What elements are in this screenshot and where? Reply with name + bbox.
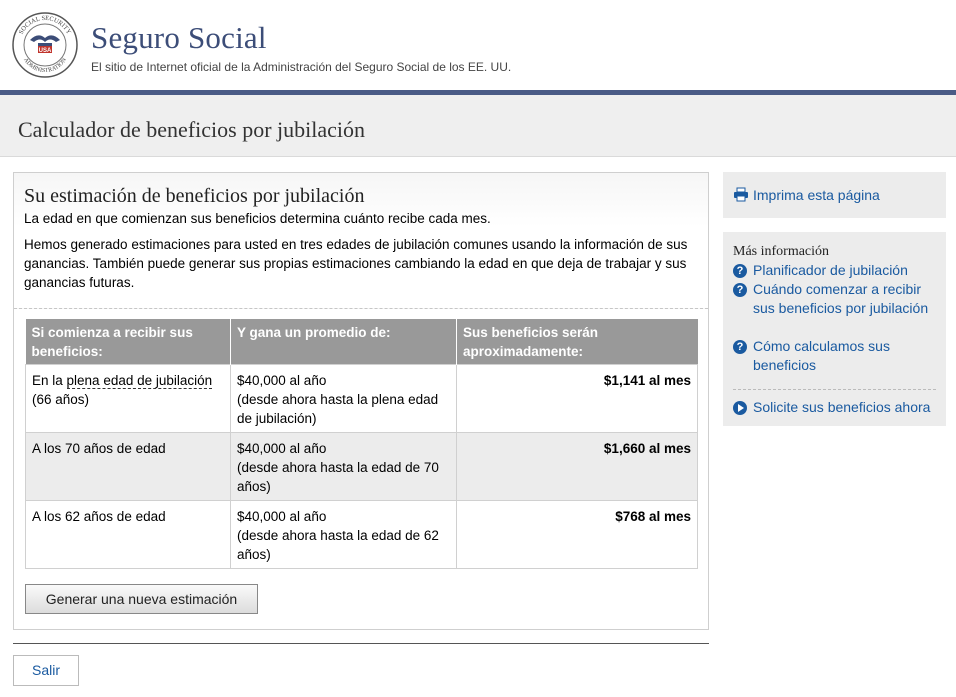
more-info-title: Más información bbox=[733, 244, 830, 259]
earnings-cell: $40,000 al año (desde ahora hasta la eda… bbox=[230, 500, 457, 569]
benefit-cell: $1,660 al mes bbox=[456, 432, 698, 501]
earnings-period: (desde ahora hasta la edad de 62 años) bbox=[237, 528, 439, 562]
table-row: En la plena edad de jubilación (66 años)… bbox=[25, 364, 698, 433]
age-cell: A los 70 años de edad bbox=[25, 432, 231, 501]
header-benefits: Sus beneficios serán aproximadamente: bbox=[456, 319, 698, 365]
earnings-amount: $40,000 al año bbox=[237, 441, 327, 456]
question-circle-icon: ? bbox=[733, 340, 747, 354]
benefits-table: Si comienza a recibir sus beneficios: Y … bbox=[25, 319, 698, 569]
table-row: A los 70 años de edad $40,000 al año (de… bbox=[25, 432, 698, 501]
table-header-row: Si comienza a recibir sus beneficios: Y … bbox=[25, 319, 698, 365]
estimate-title: Su estimación de beneficios por jubilaci… bbox=[24, 185, 365, 207]
benefit-cell: $1,141 al mes bbox=[456, 364, 698, 433]
earnings-cell: $40,000 al año (desde ahora hasta la ple… bbox=[230, 364, 457, 433]
earnings-amount: $40,000 al año bbox=[237, 509, 327, 524]
header-age: Si comienza a recibir sus beneficios: bbox=[25, 319, 231, 365]
benefit-cell: $768 al mes bbox=[456, 500, 698, 569]
play-circle-icon bbox=[733, 401, 747, 415]
print-page-link[interactable]: Imprima esta página bbox=[753, 187, 880, 203]
age-cell: En la plena edad de jubilación (66 años) bbox=[25, 364, 231, 433]
sidebar-divider bbox=[733, 389, 936, 390]
generate-estimate-button[interactable]: Generar una nueva estimación bbox=[25, 584, 258, 614]
seal-badge: USA bbox=[39, 48, 52, 54]
earnings-period: (desde ahora hasta la plena edad de jubi… bbox=[237, 392, 439, 426]
estimate-panel: Su estimación de beneficios por jubilaci… bbox=[13, 172, 709, 630]
ssa-seal-icon[interactable]: SOCIAL SECURITY ADMINISTRATION USA bbox=[12, 12, 78, 78]
table-row: A los 62 años de edad $40,000 al año (de… bbox=[25, 500, 698, 569]
exit-button[interactable]: Salir bbox=[13, 655, 79, 686]
age-suffix: (66 años) bbox=[32, 392, 90, 407]
page-title: Calculador de beneficios por jubilación bbox=[18, 117, 365, 142]
estimate-subtitle: La edad en que comienzan sus beneficios … bbox=[24, 211, 491, 226]
how-we-calculate-link[interactable]: Cómo calculamos sus beneficios bbox=[753, 337, 938, 375]
age-prefix: En la bbox=[32, 373, 67, 388]
full-retirement-age-link[interactable]: plena edad de jubilación bbox=[66, 373, 213, 389]
estimate-paragraph: Hemos generado estimaciones para usted e… bbox=[24, 237, 688, 290]
earnings-amount: $40,000 al año bbox=[237, 373, 327, 388]
when-to-start-link[interactable]: Cuándo comenzar a recibir sus beneficios… bbox=[753, 280, 938, 318]
age-cell: A los 62 años de edad bbox=[25, 500, 231, 569]
site-header: SOCIAL SECURITY ADMINISTRATION USA Segur… bbox=[0, 0, 956, 90]
question-circle-icon: ? bbox=[733, 264, 747, 278]
estimate-intro: Su estimación de beneficios por jubilaci… bbox=[14, 173, 708, 309]
retirement-planner-link[interactable]: Planificador de jubilación bbox=[753, 261, 938, 280]
bottom-divider bbox=[13, 643, 709, 644]
print-panel: Imprima esta página bbox=[723, 172, 946, 218]
earnings-period: (desde ahora hasta la edad de 70 años) bbox=[237, 460, 439, 494]
printer-icon[interactable] bbox=[733, 187, 749, 202]
question-circle-icon: ? bbox=[733, 283, 747, 297]
header-earnings: Y gana un promedio de: bbox=[230, 319, 457, 365]
apply-now-link[interactable]: Solicite sus beneficios ahora bbox=[753, 398, 938, 417]
more-info-panel: Más información ? Planificador de jubila… bbox=[723, 232, 946, 426]
earnings-cell: $40,000 al año (desde ahora hasta la eda… bbox=[230, 432, 457, 501]
site-subtitle: El sitio de Internet oficial de la Admin… bbox=[91, 60, 512, 74]
site-title[interactable]: Seguro Social bbox=[91, 20, 267, 56]
